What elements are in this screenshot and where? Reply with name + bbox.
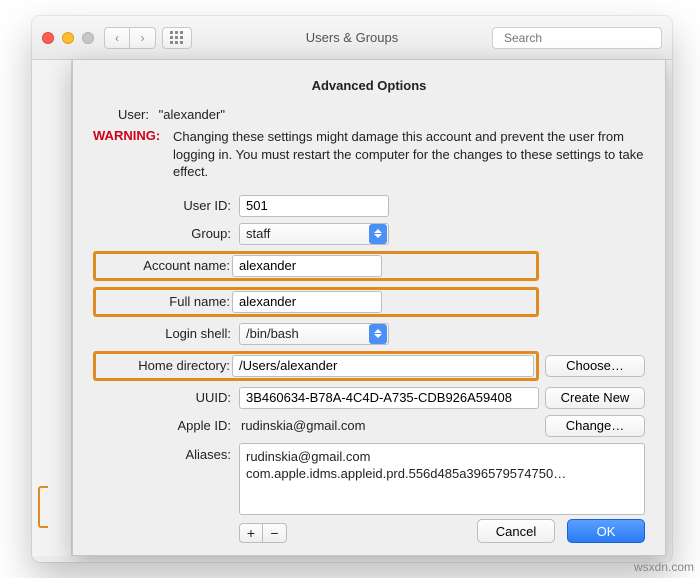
watermark: wsxdn.com <box>634 560 694 574</box>
full-name-input[interactable] <box>232 291 382 313</box>
home-directory-label: Home directory: <box>98 358 232 373</box>
login-shell-field: /bin/bash <box>239 323 539 345</box>
aliases-list[interactable]: rudinskia@gmail.com com.apple.idms.apple… <box>239 443 645 515</box>
back-button[interactable]: ‹ <box>104 27 130 49</box>
user-id-label: User ID: <box>93 198 233 213</box>
group-select[interactable]: staff <box>239 223 389 245</box>
search-field[interactable] <box>492 27 662 49</box>
account-name-label: Account name: <box>98 258 232 273</box>
apple-id-label: Apple ID: <box>93 418 233 433</box>
full-name-label: Full name: <box>98 294 232 309</box>
login-shell-value: /bin/bash <box>246 326 299 341</box>
zoom-window-button[interactable] <box>82 32 94 44</box>
choose-button[interactable]: Choose… <box>545 355 645 377</box>
titlebar: ‹ › Users & Groups <box>32 16 672 60</box>
warning-row: WARNING: Changing these settings might d… <box>93 128 645 181</box>
add-alias-button[interactable]: + <box>239 523 263 543</box>
alias-item[interactable]: rudinskia@gmail.com <box>246 448 638 466</box>
user-id-input[interactable] <box>239 195 389 217</box>
forward-button[interactable]: › <box>130 27 156 49</box>
remove-alias-button[interactable]: − <box>263 523 287 543</box>
user-label: User: <box>93 107 149 122</box>
updown-icon <box>369 324 387 344</box>
minimize-window-button[interactable] <box>62 32 74 44</box>
group-value: staff <box>246 226 270 241</box>
change-button[interactable]: Change… <box>545 415 645 437</box>
apple-id-value: rudinskia@gmail.com <box>239 415 539 436</box>
account-name-row-highlight: Account name: <box>93 251 539 281</box>
window-controls <box>42 32 94 44</box>
user-value: "alexander" <box>159 107 225 122</box>
uuid-label: UUID: <box>93 390 233 405</box>
alias-item[interactable]: com.apple.idms.appleid.prd.556d485a39657… <box>246 465 638 483</box>
ok-button[interactable]: OK <box>567 519 645 543</box>
home-directory-input[interactable] <box>232 355 534 377</box>
close-window-button[interactable] <box>42 32 54 44</box>
advanced-options-sheet: Advanced Options User: "alexander" WARNI… <box>72 60 666 556</box>
home-directory-row-highlight: Home directory: <box>93 351 539 381</box>
full-name-row-highlight: Full name: <box>93 287 539 317</box>
sheet-footer: Cancel OK <box>477 519 645 543</box>
chevron-left-icon: ‹ <box>115 31 119 45</box>
aliases-label: Aliases: <box>93 443 233 462</box>
background-pane-left-edge <box>32 60 72 556</box>
show-all-button[interactable] <box>162 27 192 49</box>
account-name-input[interactable] <box>232 255 382 277</box>
grid-icon <box>170 31 184 45</box>
warning-label: WARNING: <box>93 128 173 181</box>
uuid-input[interactable] <box>239 387 539 409</box>
user-id-field <box>239 195 539 217</box>
sheet-heading: Advanced Options <box>93 78 645 93</box>
search-input[interactable] <box>504 31 659 45</box>
chevron-right-icon: › <box>141 31 145 45</box>
login-shell-select[interactable]: /bin/bash <box>239 323 389 345</box>
preferences-window: ‹ › Users & Groups Advanced Options User… <box>32 16 672 562</box>
login-shell-label: Login shell: <box>93 326 233 341</box>
updown-icon <box>369 224 387 244</box>
form-grid: User ID: Group: staff Account name: Full… <box>93 195 645 543</box>
group-label: Group: <box>93 226 233 241</box>
cancel-button[interactable]: Cancel <box>477 519 555 543</box>
group-field: staff <box>239 223 539 245</box>
warning-text: Changing these settings might damage thi… <box>173 128 645 181</box>
create-new-button[interactable]: Create New <box>545 387 645 409</box>
user-line: User: "alexander" <box>93 107 645 122</box>
nav-back-forward: ‹ › <box>104 27 156 49</box>
